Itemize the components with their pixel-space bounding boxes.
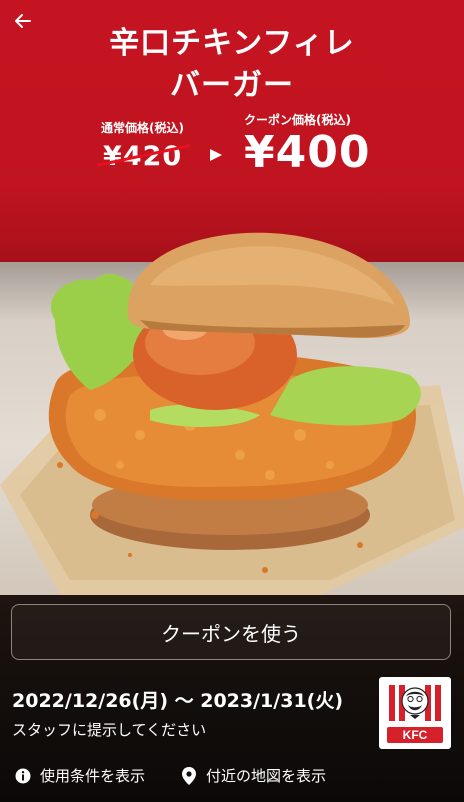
nearby-map-link[interactable]: 付近の地図を表示 (180, 765, 326, 786)
use-coupon-button[interactable]: クーポンを使う (11, 604, 451, 660)
staff-note: スタッフに提示してください (12, 721, 207, 739)
kfc-logo-text: KFC (403, 728, 428, 742)
coupon-price: ¥400 (244, 127, 371, 178)
coupon-panel: クーポンを使う 2022/12/26(月) 〜 2023/1/31(火) スタッ… (0, 595, 464, 802)
product-image (0, 232, 464, 595)
coupon-screen: 辛口チキンフィレ バーガー 通常価格(税込) ¥420 クーポン価格(税込) ¥… (0, 0, 464, 802)
kfc-logo: KFC (379, 677, 451, 749)
regular-price-label: 通常価格(税込) (101, 121, 184, 135)
info-icon (14, 767, 32, 785)
nearby-map-label: 付近の地図を表示 (206, 767, 327, 785)
product-title-line-2: バーガー (170, 68, 294, 103)
triangle-right-icon (210, 149, 222, 161)
coupon-price-label: クーポン価格(税込) (244, 113, 351, 127)
location-pin-icon (180, 766, 198, 785)
product-title: 辛口チキンフィレ (109, 26, 355, 61)
view-terms-label: 使用条件を表示 (40, 767, 146, 785)
hero-section: 辛口チキンフィレ バーガー 通常価格(税込) ¥420 クーポン価格(税込) ¥… (0, 0, 464, 595)
validity-period: 2022/12/26(月) 〜 2023/1/31(火) (12, 690, 344, 712)
colonel-logo-icon: KFC (387, 683, 443, 743)
view-terms-link[interactable]: 使用条件を表示 (14, 765, 145, 786)
